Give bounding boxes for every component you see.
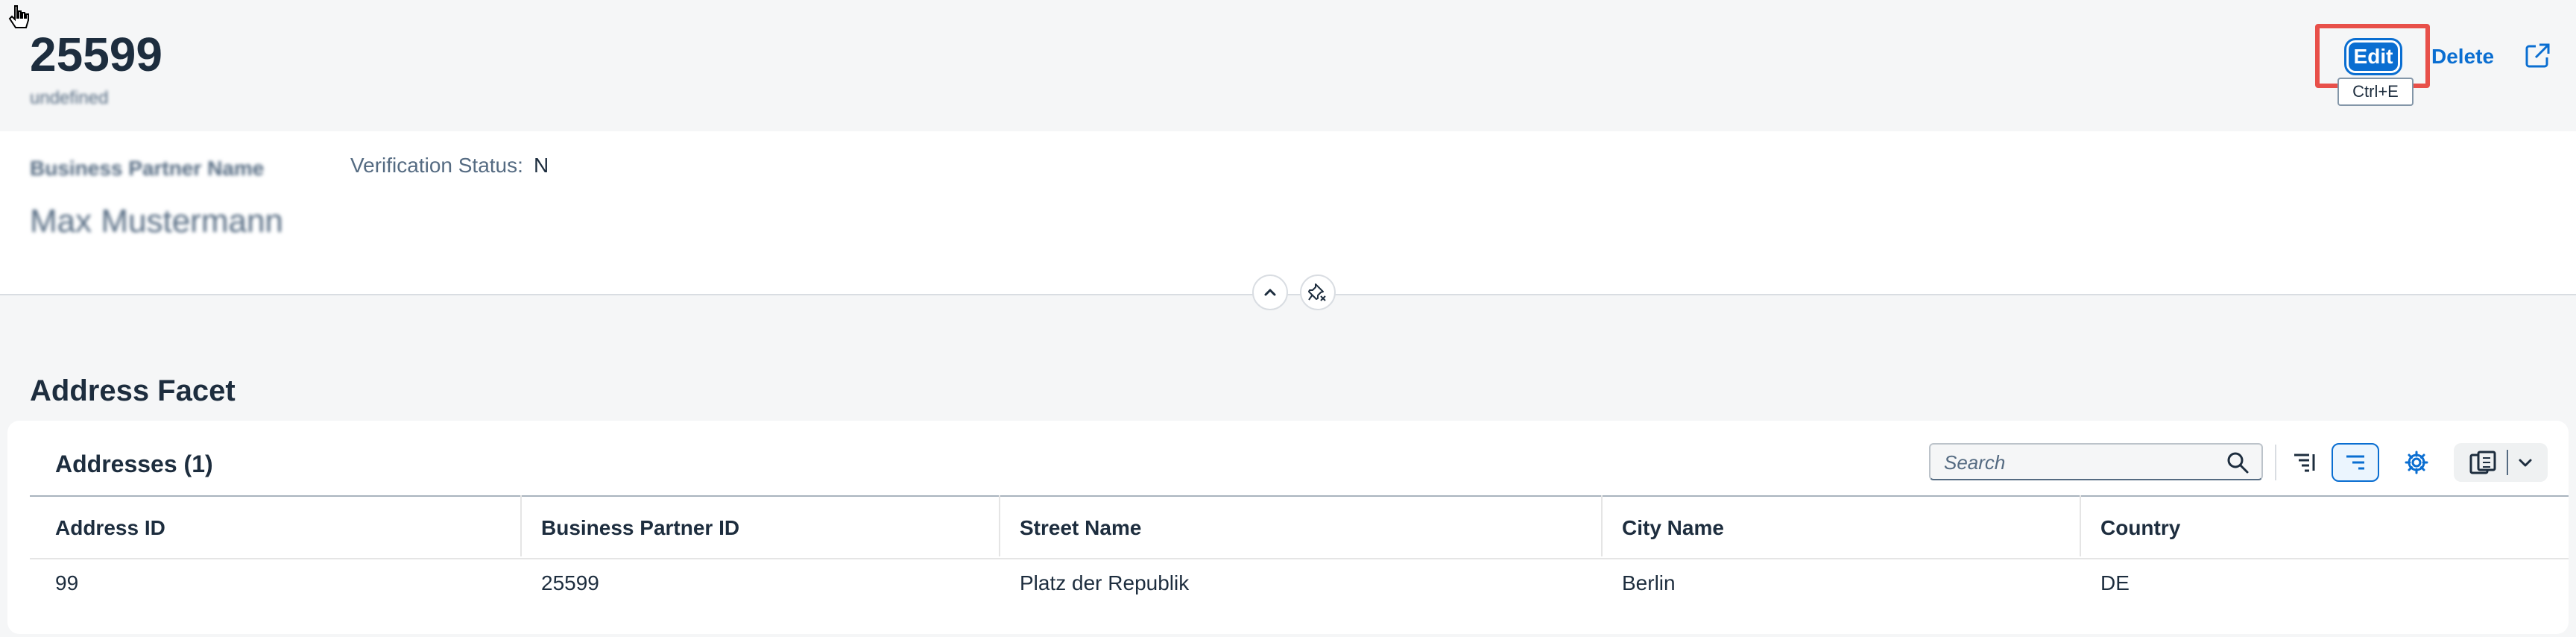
cell-address-id: 99 [55, 571, 79, 594]
sort-button[interactable] [2285, 443, 2326, 482]
table-row[interactable]: 99 25599 Platz der Republik Berlin DE [30, 558, 2569, 612]
column-header-city-name[interactable]: City Name [1622, 516, 1724, 540]
header-content: Business Partner Name Max Mustermann Ver… [0, 131, 2576, 295]
group-icon [2346, 455, 2364, 470]
collapse-header-button[interactable] [1252, 274, 1288, 310]
column-header-address-id[interactable]: Address ID [55, 516, 165, 540]
search-field[interactable] [1929, 443, 2263, 480]
column-separator [999, 495, 1000, 556]
settings-button[interactable] [2396, 443, 2437, 482]
verification-status-value: N [534, 154, 549, 177]
verification-status-label: Verification Status: [350, 154, 523, 177]
cursor-icon [8, 5, 29, 28]
share-icon[interactable] [2522, 41, 2552, 71]
group-button[interactable] [2332, 443, 2379, 482]
page-subtitle: undefined [30, 88, 109, 108]
pin-header-button[interactable] [1300, 274, 1336, 310]
addresses-table-card: Addresses (1) Search Address ID Business… [7, 421, 2569, 634]
toolbar-separator [2275, 445, 2276, 480]
column-header-street-name[interactable]: Street Name [1020, 516, 1141, 540]
collapse-icon [1264, 289, 1276, 296]
split-separator [2507, 450, 2508, 475]
search-icon[interactable] [2226, 451, 2250, 474]
table-title: Addresses (1) [55, 451, 213, 477]
section-title: Address Facet [30, 374, 236, 407]
cell-business-partner-id: 25599 [541, 571, 599, 594]
sort-icon [2294, 454, 2315, 472]
unpin-icon [1308, 283, 1326, 301]
cell-city-name: Berlin [1622, 571, 1676, 594]
delete-button[interactable]: Delete [2431, 42, 2494, 72]
column-separator [520, 495, 522, 556]
chevron-down-icon[interactable] [2517, 454, 2534, 471]
page-title: 25599 [30, 28, 162, 81]
column-header-business-partner-id[interactable]: Business Partner ID [541, 516, 739, 540]
cell-country: DE [2100, 571, 2130, 594]
table-header-row: Address ID Business Partner ID Street Na… [30, 495, 2569, 559]
export-button[interactable] [2454, 443, 2548, 482]
search-input[interactable] [1942, 451, 2214, 474]
column-header-country[interactable]: Country [2100, 516, 2180, 540]
settings-icon [2405, 451, 2428, 474]
business-partner-name-label: Business Partner Name [30, 157, 265, 180]
column-separator [1601, 495, 1603, 556]
export-icon [2469, 451, 2496, 474]
cell-street-name: Platz der Republik [1020, 571, 1190, 594]
edit-button[interactable]: Edit [2344, 38, 2402, 75]
column-separator [2080, 495, 2081, 556]
edit-tooltip: Ctrl+E [2337, 78, 2414, 106]
business-partner-name-value: Max Mustermann [30, 203, 283, 239]
